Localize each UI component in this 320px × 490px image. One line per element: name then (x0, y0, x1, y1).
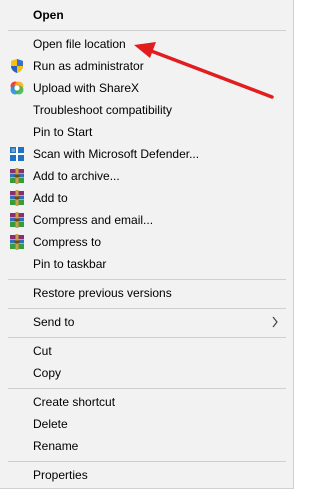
annotation-arrow-icon (134, 42, 274, 99)
